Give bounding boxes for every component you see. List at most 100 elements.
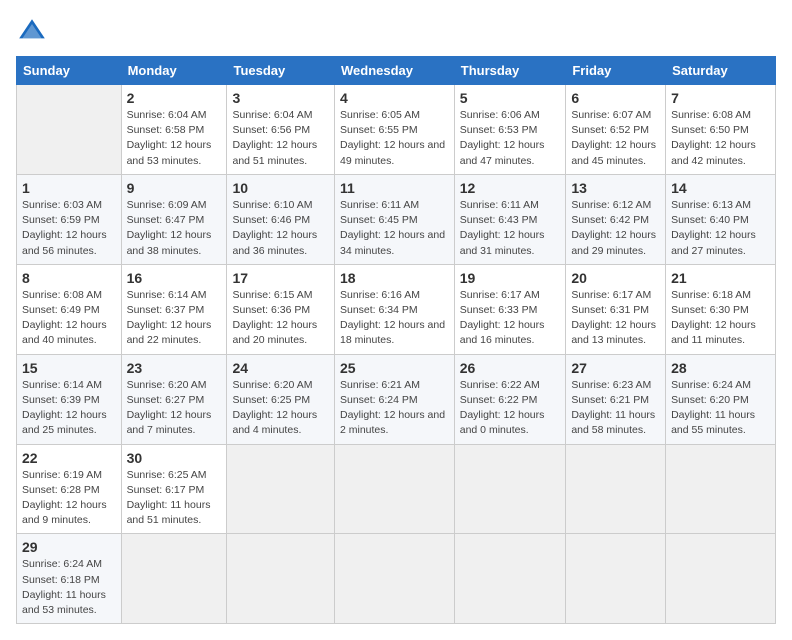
calendar-cell (121, 534, 227, 624)
calendar-cell: 6Sunrise: 6:07 AMSunset: 6:52 PMDaylight… (566, 85, 666, 175)
day-detail: Sunrise: 6:14 AMSunset: 6:39 PMDaylight:… (22, 378, 116, 439)
calendar-week-row-4: 15 Sunrise: 6:14 AMSunset: 6:39 PMDayligh… (17, 354, 776, 444)
day-number: 18 (340, 270, 449, 286)
day-detail: Sunrise: 6:24 AMSunset: 6:18 PMDaylight:… (22, 557, 116, 618)
calendar-cell (566, 534, 666, 624)
calendar-cell (334, 444, 454, 534)
day-detail: Sunrise: 6:24 AMSunset: 6:20 PMDaylight:… (671, 378, 770, 439)
day-detail: Sunrise: 6:11 AMSunset: 6:43 PMDaylight:… (460, 198, 561, 259)
day-number: 8 (22, 270, 116, 286)
day-number: 19 (460, 270, 561, 286)
day-number: 26 (460, 360, 561, 376)
day-number: 28 (671, 360, 770, 376)
weekday-header-sunday: Sunday (17, 57, 122, 85)
day-number: 16 (127, 270, 222, 286)
calendar-week-row-5: 22 Sunrise: 6:19 AMSunset: 6:28 PMDayligh… (17, 444, 776, 534)
calendar-cell: 1Sunrise: 6:03 AMSunset: 6:59 PMDaylight… (17, 174, 122, 264)
day-number: 21 (671, 270, 770, 286)
calendar-cell: 12Sunrise: 6:11 AMSunset: 6:43 PMDayligh… (454, 174, 566, 264)
day-detail: Sunrise: 6:12 AMSunset: 6:42 PMDaylight:… (571, 198, 660, 259)
day-detail: Sunrise: 6:08 AMSunset: 6:49 PMDaylight:… (22, 288, 116, 349)
weekday-header-monday: Monday (121, 57, 227, 85)
calendar-cell (454, 534, 566, 624)
day-number: 9 (127, 180, 222, 196)
calendar-cell: 26 Sunrise: 6:22 AMSunset: 6:22 PMDayligh… (454, 354, 566, 444)
day-detail: Sunrise: 6:19 AMSunset: 6:28 PMDaylight:… (22, 468, 116, 529)
day-number: 6 (571, 90, 660, 106)
day-number: 5 (460, 90, 561, 106)
day-number: 23 (127, 360, 222, 376)
calendar-cell (227, 444, 335, 534)
day-detail: Sunrise: 6:21 AMSunset: 6:24 PMDaylight:… (340, 378, 449, 439)
calendar-week-row-1: 2 Sunrise: 6:04 AMSunset: 6:58 PMDaylight… (17, 85, 776, 175)
day-number: 20 (571, 270, 660, 286)
day-number: 17 (232, 270, 329, 286)
day-number: 29 (22, 539, 116, 555)
day-detail: Sunrise: 6:25 AMSunset: 6:17 PMDaylight:… (127, 468, 222, 529)
day-number: 30 (127, 450, 222, 466)
calendar-cell: 28 Sunrise: 6:24 AMSunset: 6:20 PMDayligh… (666, 354, 776, 444)
logo-icon (16, 16, 48, 48)
calendar-cell (227, 534, 335, 624)
calendar-cell (17, 85, 122, 175)
day-number: 11 (340, 180, 449, 196)
day-detail: Sunrise: 6:09 AMSunset: 6:47 PMDaylight:… (127, 198, 222, 259)
calendar-cell: 21 Sunrise: 6:18 AMSunset: 6:30 PMDayligh… (666, 264, 776, 354)
day-detail: Sunrise: 6:22 AMSunset: 6:22 PMDaylight:… (460, 378, 561, 439)
day-detail: Sunrise: 6:20 AMSunset: 6:25 PMDaylight:… (232, 378, 329, 439)
day-number: 22 (22, 450, 116, 466)
day-detail: Sunrise: 6:13 AMSunset: 6:40 PMDaylight:… (671, 198, 770, 259)
calendar-cell: 3 Sunrise: 6:04 AMSunset: 6:56 PMDaylight… (227, 85, 335, 175)
day-detail: Sunrise: 6:04 AMSunset: 6:56 PMDaylight:… (232, 108, 329, 169)
day-detail: Sunrise: 6:04 AMSunset: 6:58 PMDaylight:… (127, 108, 222, 169)
day-detail: Sunrise: 6:05 AMSunset: 6:55 PMDaylight:… (340, 108, 449, 169)
day-detail: Sunrise: 6:16 AMSunset: 6:34 PMDaylight:… (340, 288, 449, 349)
day-detail: Sunrise: 6:10 AMSunset: 6:46 PMDaylight:… (232, 198, 329, 259)
calendar-cell: 5Sunrise: 6:06 AMSunset: 6:53 PMDaylight… (454, 85, 566, 175)
calendar-cell: 24Sunrise: 6:20 AMSunset: 6:25 PMDayligh… (227, 354, 335, 444)
calendar-cell: 10 Sunrise: 6:10 AMSunset: 6:46 PMDayligh… (227, 174, 335, 264)
calendar-cell: 25 Sunrise: 6:21 AMSunset: 6:24 PMDayligh… (334, 354, 454, 444)
day-number: 10 (232, 180, 329, 196)
calendar-table: SundayMondayTuesdayWednesdayThursdayFrid… (16, 56, 776, 624)
day-number: 15 (22, 360, 116, 376)
day-detail: Sunrise: 6:18 AMSunset: 6:30 PMDaylight:… (671, 288, 770, 349)
weekday-header-friday: Friday (566, 57, 666, 85)
calendar-cell: 17 Sunrise: 6:15 AMSunset: 6:36 PMDayligh… (227, 264, 335, 354)
day-detail: Sunrise: 6:23 AMSunset: 6:21 PMDaylight:… (571, 378, 660, 439)
day-detail: Sunrise: 6:11 AMSunset: 6:45 PMDaylight:… (340, 198, 449, 259)
day-number: 14 (671, 180, 770, 196)
calendar-cell: 16Sunrise: 6:14 AMSunset: 6:37 PMDayligh… (121, 264, 227, 354)
calendar-cell: 4Sunrise: 6:05 AMSunset: 6:55 PMDaylight… (334, 85, 454, 175)
logo (16, 16, 52, 48)
calendar-cell: 29 Sunrise: 6:24 AMSunset: 6:18 PMDayligh… (17, 534, 122, 624)
day-detail: Sunrise: 6:17 AMSunset: 6:31 PMDaylight:… (571, 288, 660, 349)
day-detail: Sunrise: 6:08 AMSunset: 6:50 PMDaylight:… (671, 108, 770, 169)
calendar-cell (454, 444, 566, 534)
day-detail: Sunrise: 6:17 AMSunset: 6:33 PMDaylight:… (460, 288, 561, 349)
day-detail: Sunrise: 6:03 AMSunset: 6:59 PMDaylight:… (22, 198, 116, 259)
calendar-cell: 13 Sunrise: 6:12 AMSunset: 6:42 PMDayligh… (566, 174, 666, 264)
day-number: 3 (232, 90, 329, 106)
calendar-cell: 15 Sunrise: 6:14 AMSunset: 6:39 PMDayligh… (17, 354, 122, 444)
day-number: 2 (127, 90, 222, 106)
calendar-cell: 7Sunrise: 6:08 AMSunset: 6:50 PMDaylight… (666, 85, 776, 175)
calendar-week-row-6: 29 Sunrise: 6:24 AMSunset: 6:18 PMDayligh… (17, 534, 776, 624)
day-number: 27 (571, 360, 660, 376)
day-detail: Sunrise: 6:15 AMSunset: 6:36 PMDaylight:… (232, 288, 329, 349)
calendar-cell: 20 Sunrise: 6:17 AMSunset: 6:31 PMDayligh… (566, 264, 666, 354)
calendar-cell: 19 Sunrise: 6:17 AMSunset: 6:33 PMDayligh… (454, 264, 566, 354)
calendar-cell: 30 Sunrise: 6:25 AMSunset: 6:17 PMDayligh… (121, 444, 227, 534)
calendar-cell: 2 Sunrise: 6:04 AMSunset: 6:58 PMDaylight… (121, 85, 227, 175)
header (16, 16, 776, 48)
weekday-header-saturday: Saturday (666, 57, 776, 85)
calendar-cell: 8 Sunrise: 6:08 AMSunset: 6:49 PMDaylight… (17, 264, 122, 354)
calendar-cell: 11 Sunrise: 6:11 AMSunset: 6:45 PMDayligh… (334, 174, 454, 264)
day-detail: Sunrise: 6:20 AMSunset: 6:27 PMDaylight:… (127, 378, 222, 439)
calendar-cell (566, 444, 666, 534)
calendar-cell: 9 Sunrise: 6:09 AMSunset: 6:47 PMDaylight… (121, 174, 227, 264)
weekday-header-thursday: Thursday (454, 57, 566, 85)
day-number: 25 (340, 360, 449, 376)
day-number: 13 (571, 180, 660, 196)
calendar-week-row-3: 8 Sunrise: 6:08 AMSunset: 6:49 PMDaylight… (17, 264, 776, 354)
